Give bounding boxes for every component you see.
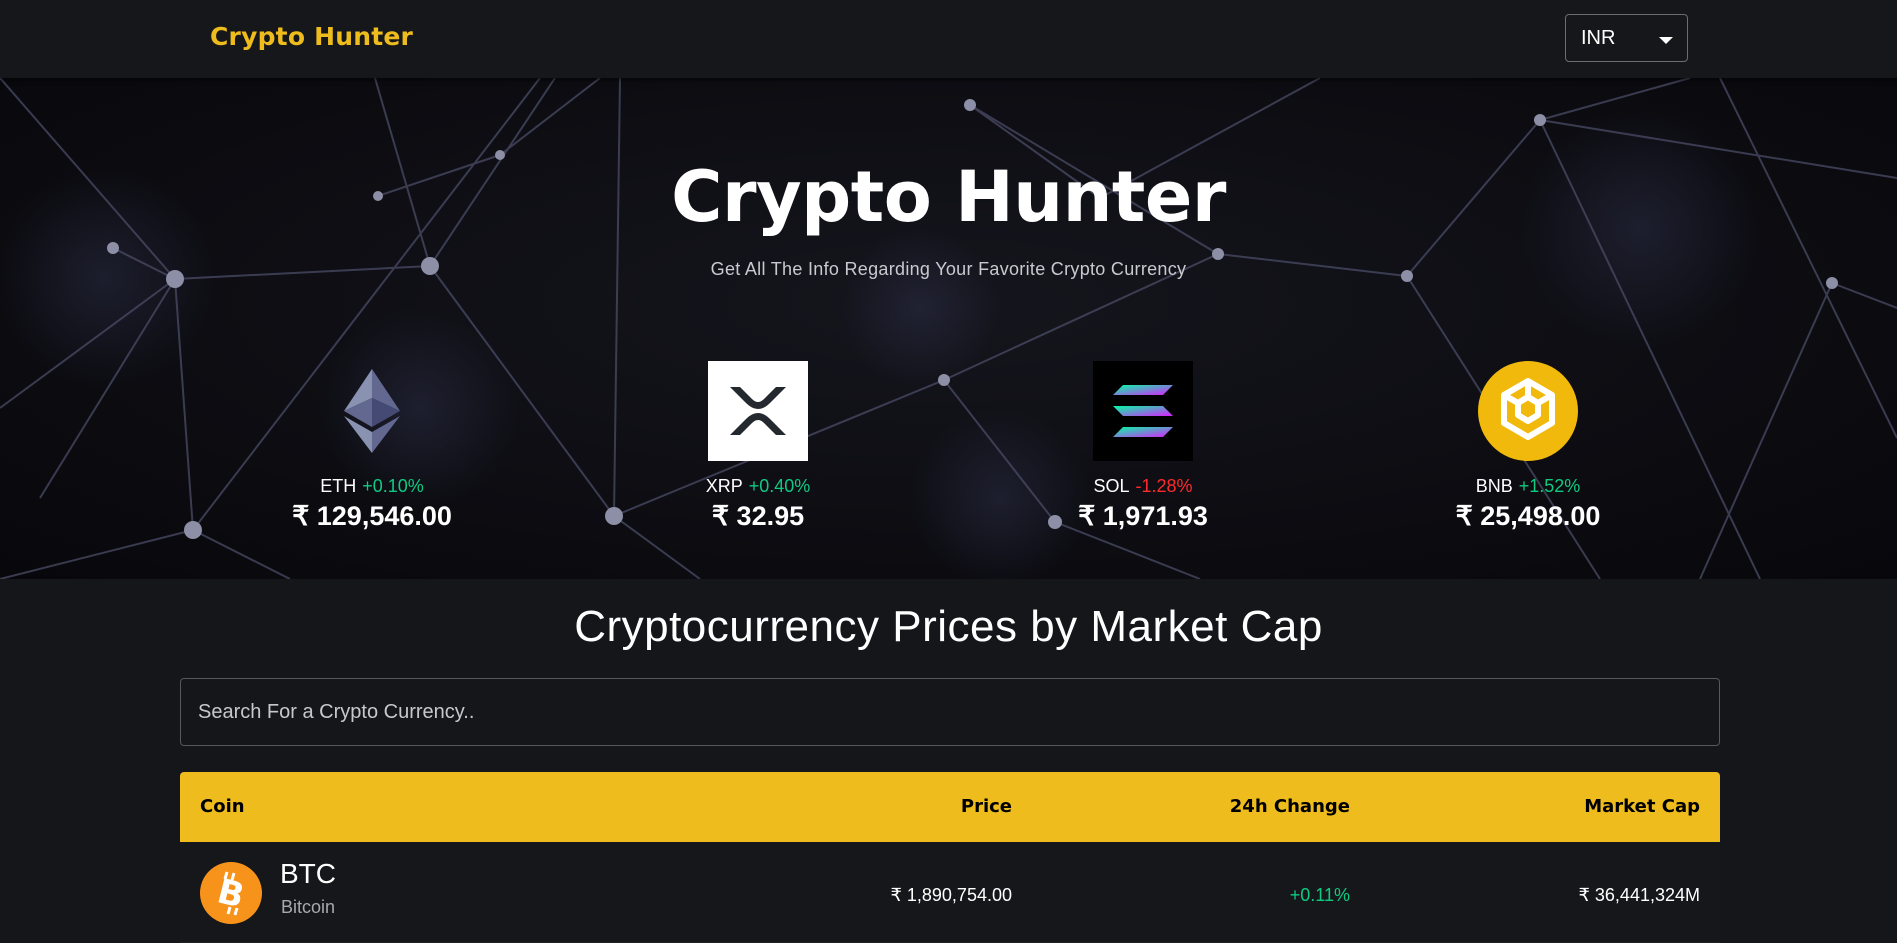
carousel-symbol: BNB [1475,476,1513,496]
coin-name: Bitcoin [281,897,336,917]
carousel-item-eth[interactable]: ETH +0.10% ₹ 129,546.00 [222,361,522,532]
chevron-down-icon [1659,37,1673,44]
carousel-change: +0.40% [748,476,811,496]
top-navbar: Crypto Hunter INR [0,0,1897,78]
xrp-icon [708,361,808,461]
carousel-price: ₹ 129,546.00 [292,501,452,531]
column-header-change: 24h Change [1229,796,1350,817]
brand-title[interactable]: Crypto Hunter [210,22,413,51]
currency-select[interactable]: INR [1565,14,1688,62]
carousel-price: ₹ 25,498.00 [1455,501,1601,531]
hero-banner: Crypto Hunter Get All The Info Regarding… [0,78,1897,579]
carousel-symbol: SOL [1093,476,1130,496]
currency-value: INR [1581,26,1616,49]
hero-subtitle: Get All The Info Regarding Your Favorite… [710,259,1187,279]
carousel-price: ₹ 32.95 [711,501,805,531]
ethereum-icon [322,361,422,461]
column-header-coin: Coin [200,796,245,817]
solana-icon [1093,361,1193,461]
carousel-item-bnb[interactable]: BNB +1.52% ₹ 25,498.00 [1378,361,1678,532]
carousel-symbol: ETH [320,476,357,496]
coin-change: +0.11% [1289,885,1350,905]
carousel-price: ₹ 1,971.93 [1078,501,1208,531]
coin-price: ₹ 1,890,754.00 [890,885,1012,905]
table-header: Coin Price 24h Change Market Cap [180,772,1720,842]
carousel-item-sol[interactable]: SOL -1.28% ₹ 1,971.93 [993,361,1293,532]
column-header-market-cap: Market Cap [1584,796,1700,817]
carousel-item-xrp[interactable]: XRP +0.40% ₹ 32.95 [608,361,908,532]
carousel-change: -1.28% [1135,476,1193,496]
hero-title: Crypto Hunter [671,156,1226,238]
column-header-price: Price [960,796,1012,817]
coin-market-cap: ₹ 36,441,324M [1578,885,1700,905]
carousel-symbol: XRP [705,476,743,496]
table-row[interactable]: B BTC Bitcoin ₹ 1,890,754.00 +0.11% ₹ 36… [180,842,1720,943]
bitcoin-icon: B [200,862,262,924]
coins-table: Coin Price 24h Change Market Cap B BTC B… [180,772,1720,943]
search-input[interactable] [180,678,1720,746]
coin-symbol: BTC [280,858,336,889]
carousel-change: +0.10% [362,476,424,496]
bnb-icon [1478,361,1578,461]
market-cap-title: Cryptocurrency Prices by Market Cap [574,602,1323,651]
carousel-change: +1.52% [1518,476,1581,496]
